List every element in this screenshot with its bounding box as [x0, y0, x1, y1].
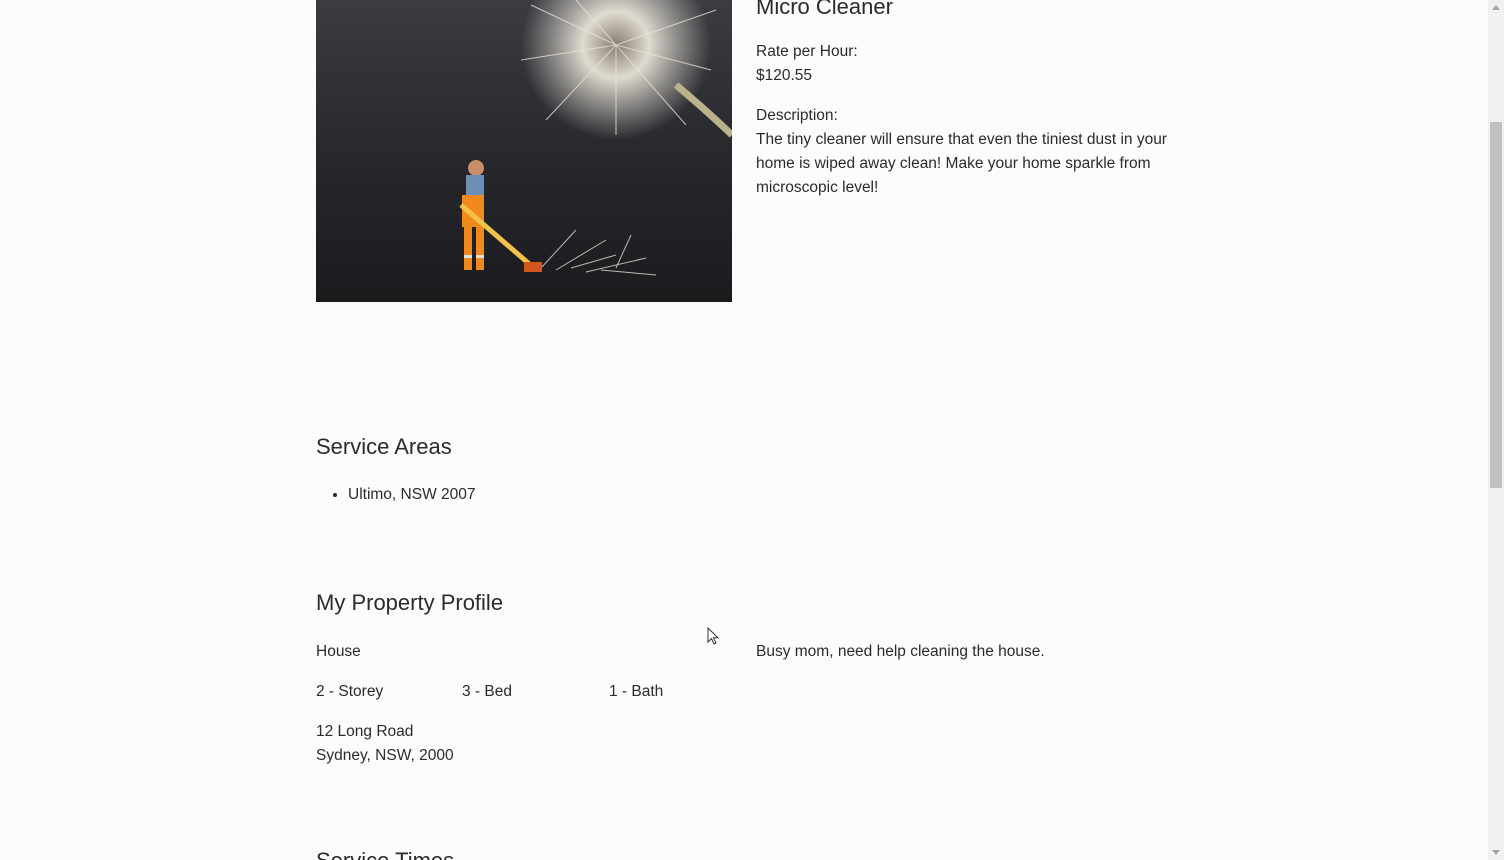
property-storey: 2 - Storey	[316, 683, 384, 700]
rate-value: $120.55	[756, 67, 813, 84]
property-type: House	[316, 643, 361, 660]
service-times-heading: Service Times	[316, 846, 454, 860]
mouse-cursor-icon	[707, 627, 720, 645]
scroll-down-icon[interactable]	[1492, 850, 1500, 855]
property-bath: 1 - Bath	[609, 683, 664, 700]
vertical-scrollbar[interactable]	[1488, 0, 1504, 860]
service-areas-heading: Service Areas	[316, 434, 452, 459]
scrollbar-thumb[interactable]	[1490, 122, 1502, 488]
page-viewport[interactable]: Micro Cleaner Rate per Hour: $120.55 Des…	[0, 0, 1488, 860]
property-note: Busy mom, need help cleaning the house.	[756, 643, 1045, 660]
description-section: Description: The tiny cleaner will ensur…	[756, 104, 1176, 200]
scroll-up-icon[interactable]	[1492, 5, 1500, 10]
service-image	[316, 0, 732, 302]
list-item: Ultimo, NSW 2007	[348, 483, 475, 507]
description-label: Description:	[756, 107, 838, 124]
service-title: Micro Cleaner	[756, 0, 893, 19]
property-bed: 3 - Bed	[462, 683, 512, 700]
description-text: The tiny cleaner will ensure that even t…	[756, 131, 1167, 196]
rate-label: Rate per Hour:	[756, 43, 858, 60]
address-line2: Sydney, NSW, 2000	[316, 747, 454, 764]
property-profile-heading: My Property Profile	[316, 590, 504, 615]
rate-section: Rate per Hour: $120.55	[756, 40, 1176, 88]
address-line1: 12 Long Road	[316, 723, 414, 740]
service-areas-list: Ultimo, NSW 2007	[316, 483, 475, 507]
